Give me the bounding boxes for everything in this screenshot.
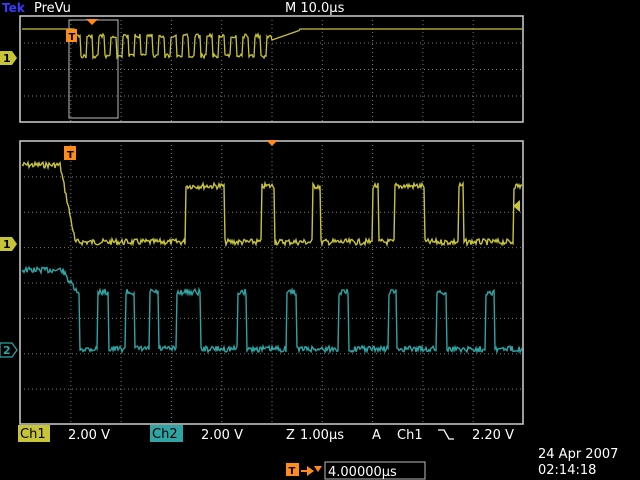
zoom-label: Z — [286, 428, 295, 443]
trigger-source: Ch1 — [397, 428, 423, 443]
footer: T 4.00000µs 24 Apr 2007 02:14:18 — [286, 447, 618, 480]
overview-trigger-marker[interactable]: T — [66, 29, 77, 43]
brand-logo: Tek — [2, 1, 26, 15]
acquire-label: A — [372, 428, 381, 443]
zoom-graticule[interactable]: T 1 2 — [0, 140, 524, 425]
ch2-name: Ch2 — [152, 427, 178, 442]
acquisition-mode: PreVu — [34, 1, 71, 16]
date-readout: 24 Apr 2007 — [538, 447, 618, 462]
trigger-icon-label: T — [289, 466, 296, 477]
ch2-marker-label: 2 — [3, 344, 11, 357]
ch1-marker-label: 1 — [3, 238, 11, 251]
zoom-scale-readout[interactable]: Z 1.00µs — [286, 428, 344, 443]
ch2-ground-marker[interactable]: 2 — [0, 342, 18, 358]
header: Tek PreVu M 10.0µs — [0, 0, 345, 16]
main-timebase: M 10.0µs — [285, 1, 345, 16]
trigger-icon-label: T — [67, 150, 74, 161]
status-bar: Ch1 2.00 V Ch2 2.00 V Z 1.00µs A Ch1 2.2… — [18, 425, 524, 443]
trigger-position-readout[interactable]: T 4.00000µs — [286, 461, 426, 480]
ch1-name: Ch1 — [20, 427, 46, 442]
trigger-position-value: 4.00000µs — [328, 465, 397, 480]
overview-window[interactable]: T 1 — [0, 15, 524, 123]
position-marker-icon — [314, 466, 322, 472]
zoom-trigger-marker[interactable]: T — [64, 146, 76, 161]
time-readout: 02:14:18 — [538, 463, 596, 478]
overview-ch1-ground-marker[interactable]: 1 — [0, 51, 17, 65]
ch1-volts-per-div: 2.00 V — [68, 428, 110, 443]
arrow-right-icon — [301, 466, 314, 476]
ch1-marker-label: 1 — [3, 52, 11, 65]
zoom-time-per-div: 1.00µs — [300, 428, 344, 443]
trigger-icon-label: T — [69, 32, 76, 43]
ch1-ground-marker[interactable]: 1 — [0, 237, 17, 251]
ch2-volts-per-div: 2.00 V — [201, 428, 243, 443]
trigger-level: 2.20 V — [472, 428, 514, 443]
